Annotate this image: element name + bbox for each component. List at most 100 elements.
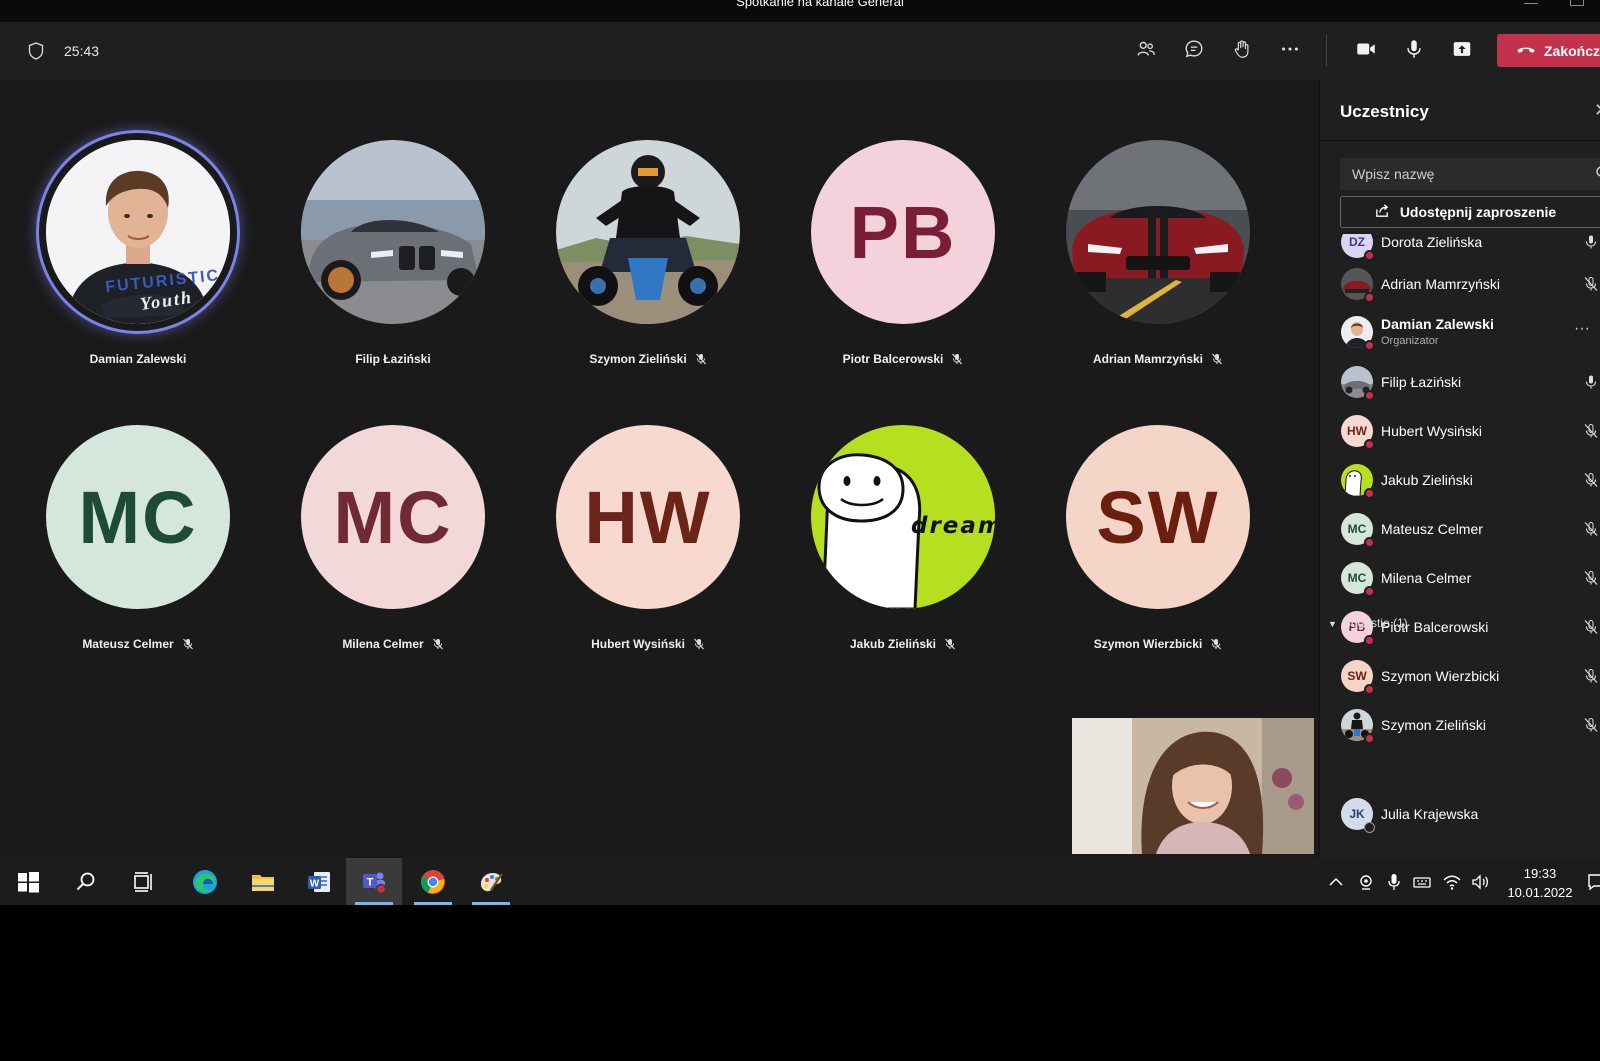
mic-off-icon[interactable] xyxy=(1583,521,1599,537)
microphone-button[interactable] xyxy=(1402,39,1426,63)
show-hidden-icons-button[interactable] xyxy=(1326,872,1346,892)
suggestions-label: Sugestie (1) xyxy=(1342,616,1408,630)
windows-taskbar: W T 19:33 10.01.2022 xyxy=(0,858,1600,905)
chrome-app[interactable] xyxy=(405,858,461,905)
webcam-tray-button[interactable] xyxy=(1356,872,1376,892)
show-participants-button[interactable] xyxy=(1134,39,1158,63)
participant-tile[interactable]: MC Milena Celmer xyxy=(278,425,508,685)
status-badge xyxy=(1364,684,1375,695)
mic-off-icon[interactable] xyxy=(1583,717,1599,733)
task-view-button[interactable] xyxy=(116,858,172,905)
notification-icon xyxy=(1586,872,1600,892)
participant-list: DZ Dorota Zielińska Adrian Mamrzyński Damia… xyxy=(1320,234,1600,858)
participant-row[interactable]: MC Mateusz Celmer xyxy=(1320,507,1600,553)
participant-row[interactable]: SW Szymon Wierzbicki xyxy=(1320,654,1600,700)
word-app[interactable]: W xyxy=(291,858,347,905)
input-method-button[interactable] xyxy=(1412,872,1432,892)
video-camera-icon xyxy=(1355,38,1377,65)
participant-name: Filip Łaziński xyxy=(1381,374,1462,390)
participant-name: Milena Celmer xyxy=(1381,570,1472,586)
share-invite-button[interactable]: Udostępnij zaproszenie xyxy=(1340,196,1600,228)
participant-row[interactable]: Adrian Mamrzyński xyxy=(1320,262,1600,308)
panel-divider xyxy=(1320,140,1600,141)
participant-tile[interactable]: SW Szymon Wierzbicki xyxy=(1043,425,1273,685)
mic-off-icon xyxy=(1210,638,1222,650)
teams-meeting-window: Spotkanie na kanale General 25:43 Zakońc… xyxy=(0,0,1600,1061)
search-icon xyxy=(72,868,100,896)
participant-tile[interactable]: MC Mateusz Celmer xyxy=(23,425,253,685)
microphone-tray-button[interactable] xyxy=(1384,872,1404,892)
file-explorer-app[interactable] xyxy=(235,858,291,905)
camera-button[interactable] xyxy=(1354,39,1378,63)
reactions-button[interactable] xyxy=(1230,39,1254,63)
mic-off-icon[interactable] xyxy=(1583,276,1599,292)
search-taskbar-button[interactable] xyxy=(58,858,114,905)
teams-app[interactable]: T xyxy=(346,858,402,905)
avatar: dream xyxy=(811,425,995,609)
paint-app[interactable] xyxy=(463,858,519,905)
mic-off-icon xyxy=(951,353,963,365)
more-options-icon[interactable]: ··· xyxy=(1574,320,1590,338)
participant-row[interactable]: HW Hubert Wysiński xyxy=(1320,409,1600,455)
participant-row[interactable]: Szymon Zieliński xyxy=(1320,703,1600,749)
panel-title: Uczestnicy xyxy=(1340,102,1429,121)
participant-tile[interactable]: HW Hubert Wysiński xyxy=(533,425,763,685)
participant-tile[interactable]: Adrian Mamrzyński xyxy=(1043,140,1273,400)
folder-icon xyxy=(249,868,277,896)
tile-name: Piotr Balcerowski xyxy=(788,352,1018,366)
participant-row[interactable]: Filip Łaziński xyxy=(1320,360,1600,406)
teams-icon: T xyxy=(360,868,388,896)
svg-text:dream: dream xyxy=(911,513,995,539)
restore-button[interactable] xyxy=(1570,0,1584,6)
participant-tile[interactable]: Filip Łaziński xyxy=(278,140,508,400)
tile-name: Milena Celmer xyxy=(278,637,508,651)
search-box xyxy=(1340,158,1600,190)
notifications-button[interactable] xyxy=(1586,872,1600,892)
mic-off-icon[interactable] xyxy=(1583,570,1599,586)
microphone-icon[interactable] xyxy=(1583,234,1599,250)
more-actions-button[interactable] xyxy=(1278,39,1302,63)
mic-off-icon[interactable] xyxy=(1583,423,1599,439)
mic-off-icon[interactable] xyxy=(1583,668,1599,684)
self-video-preview[interactable] xyxy=(1072,718,1314,854)
end-call-button[interactable]: Zakończ xyxy=(1497,34,1600,67)
mic-off-icon xyxy=(693,638,705,650)
minimize-button[interactable] xyxy=(1524,0,1538,4)
mic-off-icon[interactable] xyxy=(1583,619,1599,635)
network-button[interactable] xyxy=(1442,872,1462,892)
participant-tile[interactable]: FUTURISTIC Youth Damian Zalewski xyxy=(23,130,253,400)
share-icon xyxy=(1374,202,1391,222)
microphone-icon[interactable] xyxy=(1583,374,1599,390)
avatar xyxy=(556,140,740,324)
mic-off-icon[interactable] xyxy=(1583,472,1599,488)
tile-name: Adrian Mamrzyński xyxy=(1043,352,1273,366)
show-chat-button[interactable] xyxy=(1182,39,1206,63)
participant-row[interactable]: Jakub Zieliński xyxy=(1320,458,1600,504)
clock-date[interactable]: 10.01.2022 xyxy=(1500,885,1580,900)
shield-icon[interactable] xyxy=(28,42,44,60)
edge-app[interactable] xyxy=(177,858,233,905)
word-icon: W xyxy=(305,868,333,896)
search-icon[interactable] xyxy=(1595,165,1600,181)
search-input[interactable] xyxy=(1340,158,1580,190)
participant-tile[interactable]: Szymon Zieliński xyxy=(533,140,763,400)
meeting-toolbar: 25:43 Zakończ xyxy=(0,22,1600,90)
chevron-up-icon xyxy=(1326,872,1346,892)
mic-off-icon xyxy=(944,638,956,650)
volume-button[interactable] xyxy=(1470,872,1490,892)
suggestions-header[interactable]: ▼ Sugestie (1) xyxy=(1328,616,1408,630)
clock-time[interactable]: 19:33 xyxy=(1510,866,1570,881)
tile-name: Filip Łaziński xyxy=(355,352,431,366)
participant-row[interactable]: MC Milena Celmer xyxy=(1320,556,1600,602)
participant-tile[interactable]: dream Jakub Zieliński xyxy=(788,425,1018,685)
tile-name: Szymon Zieliński xyxy=(533,352,763,366)
people-icon xyxy=(1135,38,1157,65)
share-content-button[interactable] xyxy=(1450,39,1474,63)
chrome-icon xyxy=(419,868,447,896)
suggestion-row[interactable]: JK Julia Krajewska xyxy=(1320,792,1600,838)
start-button[interactable] xyxy=(0,858,56,905)
close-icon[interactable]: ✕ xyxy=(1594,100,1600,121)
participant-tile[interactable]: PB Piotr Balcerowski xyxy=(788,140,1018,400)
svg-text:T: T xyxy=(367,876,374,888)
participant-row[interactable]: Damian Zalewski Organizator ··· xyxy=(1320,310,1600,356)
